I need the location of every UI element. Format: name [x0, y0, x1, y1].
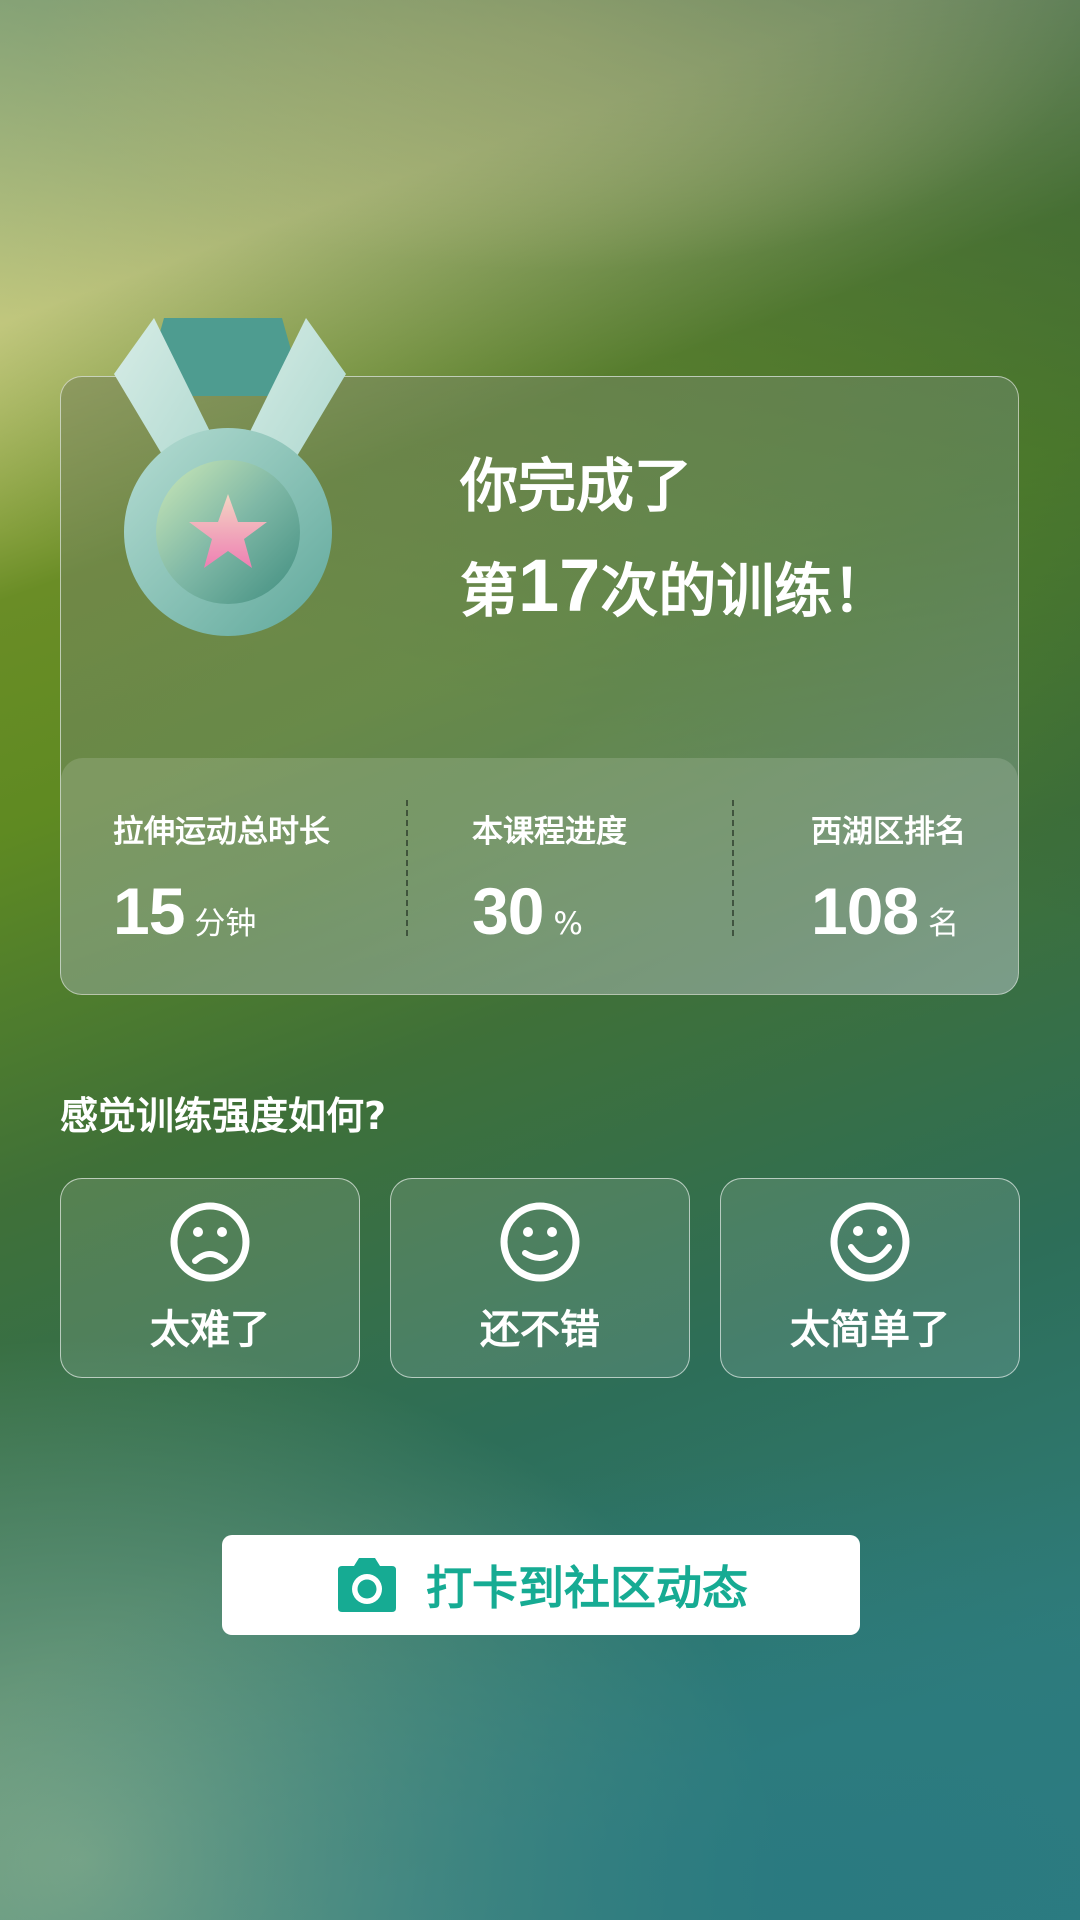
stat-unit: 分钟 — [194, 906, 257, 942]
stat-total-duration: 拉伸运动总时长 15 分钟 — [113, 806, 330, 949]
completion-headline: 你完成了 第17次的训练！ — [460, 436, 890, 641]
checkin-label: 打卡到社区动态 — [426, 1561, 748, 1615]
frown-face-icon — [170, 1202, 250, 1282]
medal-star-icon — [114, 318, 346, 636]
feedback-option-okay[interactable]: 还不错 — [390, 1178, 690, 1378]
stats-panel: 拉伸运动总时长 15 分钟 本课程进度 30% 西湖区排名 108 名 — [61, 758, 1018, 994]
camera-icon — [338, 1558, 396, 1612]
stat-district-rank: 西湖区排名 108 名 — [811, 806, 966, 949]
stat-value: 15 — [113, 874, 185, 948]
stat-value: 30 — [472, 874, 544, 948]
feedback-option-too-hard[interactable]: 太难了 — [60, 1178, 360, 1378]
feedback-option-too-easy[interactable]: 太简单了 — [720, 1178, 1020, 1378]
headline-line-2: 第17次的训练！ — [460, 536, 890, 641]
checkin-community-button[interactable]: 打卡到社区动态 — [222, 1535, 860, 1635]
headline-line-1: 你完成了 — [460, 452, 693, 520]
feedback-option-label: 还不错 — [480, 1307, 600, 1353]
intensity-question: 感觉训练强度如何? — [60, 1094, 387, 1138]
stat-divider — [406, 800, 408, 936]
stat-unit: 名 — [928, 906, 960, 942]
feedback-option-label: 太难了 — [150, 1307, 270, 1353]
stat-value: 108 — [811, 874, 919, 948]
feedback-option-label: 太简单了 — [790, 1307, 950, 1353]
stat-label: 西湖区排名 — [811, 814, 966, 850]
session-count: 17 — [518, 544, 601, 627]
stat-label: 本课程进度 — [472, 814, 627, 850]
stat-label: 拉伸运动总时长 — [113, 814, 330, 850]
headline-suffix: 次的训练！ — [600, 557, 891, 625]
neutral-smile-face-icon — [500, 1202, 580, 1282]
big-smile-face-icon — [830, 1202, 910, 1282]
stat-divider — [732, 800, 734, 936]
stat-course-progress: 本课程进度 30% — [472, 806, 627, 949]
stat-unit: % — [553, 906, 583, 942]
headline-prefix: 第 — [460, 557, 519, 625]
